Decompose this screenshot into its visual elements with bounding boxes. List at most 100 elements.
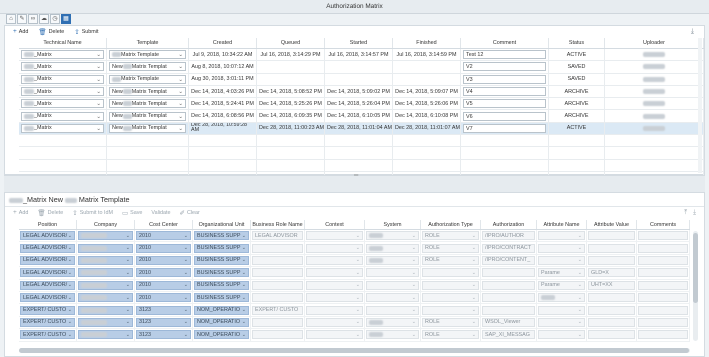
context-select[interactable]: ⌄ bbox=[306, 293, 363, 303]
org-unit-select[interactable]: BUSINESS SUPP ⌄ bbox=[194, 268, 249, 278]
business-role-input[interactable]: EXPERT/ CUSTO bbox=[252, 305, 303, 315]
table-row[interactable]: LEGAL ADVISOR/⌄ ⌄ 2010 ⌄ BUSINESS SUPP ⌄ ⌄ ⌄ ⌄ Pa… bbox=[19, 279, 690, 292]
auth-type-select[interactable]: ROLE ⌄ bbox=[422, 255, 479, 265]
scrollbar[interactable] bbox=[698, 38, 702, 173]
column-header[interactable]: Attribute Name bbox=[537, 220, 587, 229]
column-header[interactable]: Uploader bbox=[605, 38, 704, 48]
business-role-input[interactable] bbox=[252, 293, 303, 303]
comments-input[interactable] bbox=[638, 305, 688, 315]
business-role-input[interactable] bbox=[252, 268, 303, 278]
comment-input[interactable]: Test 12 bbox=[463, 50, 546, 60]
context-select[interactable]: ⌄ bbox=[306, 243, 363, 253]
template-select[interactable]: New Matrix Templat ⌄ bbox=[109, 111, 186, 121]
authorization-input[interactable]: /IPRO/CONTENT_ bbox=[482, 255, 535, 265]
submit-idm-button[interactable]: ⇪ Submit to IdM bbox=[72, 209, 113, 217]
attribute-name-select[interactable]: ⌄ bbox=[538, 317, 585, 327]
cost-center-select[interactable]: 3123 ⌄ bbox=[136, 330, 191, 340]
org-unit-select[interactable]: NOM_OPERATIO ⌄ bbox=[194, 317, 249, 327]
home-icon[interactable]: ⌂ bbox=[6, 14, 16, 24]
company-select[interactable]: ⌄ bbox=[78, 255, 133, 265]
authorization-input[interactable]: /IPRO/CONTRACT bbox=[482, 243, 535, 253]
tools-icon[interactable]: ✎ bbox=[17, 14, 27, 24]
position-select[interactable]: LEGAL ADVISOR/⌄ bbox=[20, 255, 75, 265]
org-unit-select[interactable]: BUSINESS SUPP ⌄ bbox=[194, 231, 249, 241]
column-header[interactable]: Context bbox=[305, 220, 365, 229]
attribute-name-select[interactable]: Parame ⌄ bbox=[538, 280, 585, 290]
attribute-value-input[interactable]: UHT=XX bbox=[588, 280, 635, 290]
technical-name-select[interactable]: _Matrix ⌄ bbox=[21, 50, 104, 60]
attribute-name-select[interactable]: ⌄ bbox=[538, 255, 585, 265]
table-row[interactable]: LEGAL ADVISOR/⌄ ⌄ 2010 ⌄ BUSINESS SUPP ⌄ ⌄ ⌄ ROL… bbox=[19, 242, 690, 255]
table-row[interactable]: LEGAL ADVISOR/⌄ ⌄ 2010 ⌄ BUSINESS SUPP ⌄ LEGAL… bbox=[19, 230, 690, 243]
template-select[interactable]: New Matrix Templat ⌄ bbox=[109, 99, 186, 109]
table-row[interactable]: LEGAL ADVISOR/⌄ ⌄ 2010 ⌄ BUSINESS SUPP ⌄ ⌄ ⌄ ⌄ Pa… bbox=[19, 267, 690, 280]
authorization-input[interactable] bbox=[482, 305, 535, 315]
auth-type-select[interactable]: ⌄ bbox=[422, 293, 479, 303]
attribute-name-select[interactable]: ⌄ bbox=[538, 243, 585, 253]
table-row[interactable]: _Matrix ⌄ Matrix Template ⌄ Aug 30, 2018, 3:… bbox=[19, 73, 704, 86]
column-header[interactable]: Queued bbox=[257, 38, 325, 48]
auth-type-select[interactable]: ROLE ⌄ bbox=[422, 231, 479, 241]
save-button[interactable]: ▭ Save bbox=[122, 209, 142, 217]
attribute-name-select[interactable]: ⌄ bbox=[538, 231, 585, 241]
add-row-button[interactable]: + Add bbox=[13, 209, 28, 216]
column-header[interactable]: System bbox=[365, 220, 421, 229]
comments-input[interactable] bbox=[638, 243, 688, 253]
table-row[interactable]: _Matrix ⌄ New Matrix Templat ⌄ Dec 28, 2018,… bbox=[19, 122, 704, 136]
scroll-thumb[interactable] bbox=[19, 348, 689, 353]
company-select[interactable]: ⌄ bbox=[78, 330, 133, 340]
cost-center-select[interactable]: 2010 ⌄ bbox=[136, 231, 191, 241]
column-header[interactable]: Authorization bbox=[481, 220, 537, 229]
table-row[interactable]: LEGAL ADVISOR/⌄ ⌄ 2010 ⌄ BUSINESS SUPP ⌄ ⌄ ⌄ ⌄ ⌄ bbox=[19, 291, 690, 305]
column-header[interactable]: Template bbox=[107, 38, 189, 48]
add-button[interactable]: + Add bbox=[13, 28, 28, 35]
auth-type-select[interactable]: ⌄ bbox=[422, 280, 479, 290]
column-header[interactable]: Business Role Name bbox=[251, 220, 305, 229]
position-select[interactable]: LEGAL ADVISOR/⌄ bbox=[20, 268, 75, 278]
context-select[interactable]: ⌄ bbox=[306, 330, 363, 340]
attribute-value-input[interactable] bbox=[588, 255, 635, 265]
auth-type-select[interactable]: ⌄ bbox=[422, 268, 479, 278]
auth-type-select[interactable]: ROLE ⌄ bbox=[422, 330, 479, 340]
comment-input[interactable]: V4 bbox=[463, 87, 546, 97]
context-select[interactable]: ⌄ bbox=[306, 268, 363, 278]
attribute-name-select[interactable]: ⌄ bbox=[538, 305, 585, 315]
company-select[interactable]: ⌄ bbox=[78, 293, 133, 303]
org-unit-select[interactable]: BUSINESS SUPP ⌄ bbox=[194, 255, 249, 265]
cloud-icon[interactable]: ☁ bbox=[39, 14, 49, 24]
company-select[interactable]: ⌄ bbox=[78, 243, 133, 253]
technical-name-select[interactable]: _Matrix ⌄ bbox=[21, 74, 104, 84]
table-row[interactable]: _Matrix ⌄ New Matrix Templat ⌄ Dec 14, 2018,… bbox=[19, 85, 704, 99]
authorization-input[interactable] bbox=[482, 293, 535, 303]
technical-name-select[interactable]: _Matrix ⌄ bbox=[21, 62, 104, 72]
column-header[interactable]: Authorization Type bbox=[421, 220, 481, 229]
authorization-input[interactable]: /IPRO/AUTHOR bbox=[482, 231, 535, 241]
company-select[interactable]: ⌄ bbox=[78, 268, 133, 278]
cost-center-select[interactable]: 2010 ⌄ bbox=[136, 255, 191, 265]
system-select[interactable]: ⌄ bbox=[366, 330, 419, 340]
context-select[interactable]: ⌄ bbox=[306, 231, 363, 241]
context-select[interactable]: ⌄ bbox=[306, 255, 363, 265]
comment-input[interactable]: V5 bbox=[463, 99, 546, 109]
position-select[interactable]: LEGAL ADVISOR/⌄ bbox=[20, 280, 75, 290]
system-select[interactable]: ⌄ bbox=[366, 268, 419, 278]
download-icon[interactable]: ⤓ bbox=[691, 28, 694, 36]
system-select[interactable]: ⌄ bbox=[366, 305, 419, 315]
technical-name-select[interactable]: _Matrix ⌄ bbox=[21, 87, 104, 97]
clear-button[interactable]: ✐ Clear bbox=[180, 209, 200, 217]
delete-button[interactable]: 🗑 Delete bbox=[38, 28, 64, 36]
cost-center-select[interactable]: 3123 ⌄ bbox=[136, 317, 191, 327]
attribute-value-input[interactable] bbox=[588, 293, 635, 303]
attribute-value-input[interactable]: GLD=X bbox=[588, 268, 635, 278]
org-unit-select[interactable]: BUSINESS SUPP ⌄ bbox=[194, 243, 249, 253]
panel-splitter[interactable]: ═ bbox=[4, 173, 705, 192]
position-select[interactable]: LEGAL ADVISOR/⌄ bbox=[20, 243, 75, 253]
attribute-value-input[interactable] bbox=[588, 231, 635, 241]
attribute-value-input[interactable] bbox=[588, 330, 635, 340]
attribute-value-input[interactable] bbox=[588, 317, 635, 327]
system-select[interactable]: ⌄ bbox=[366, 280, 419, 290]
splitter-grip-icon[interactable]: ═ bbox=[354, 173, 358, 179]
context-select[interactable]: ⌄ bbox=[306, 280, 363, 290]
attribute-name-select[interactable]: ⌄ bbox=[538, 293, 585, 303]
org-unit-select[interactable]: NOM_OPERATIO ⌄ bbox=[194, 305, 249, 315]
